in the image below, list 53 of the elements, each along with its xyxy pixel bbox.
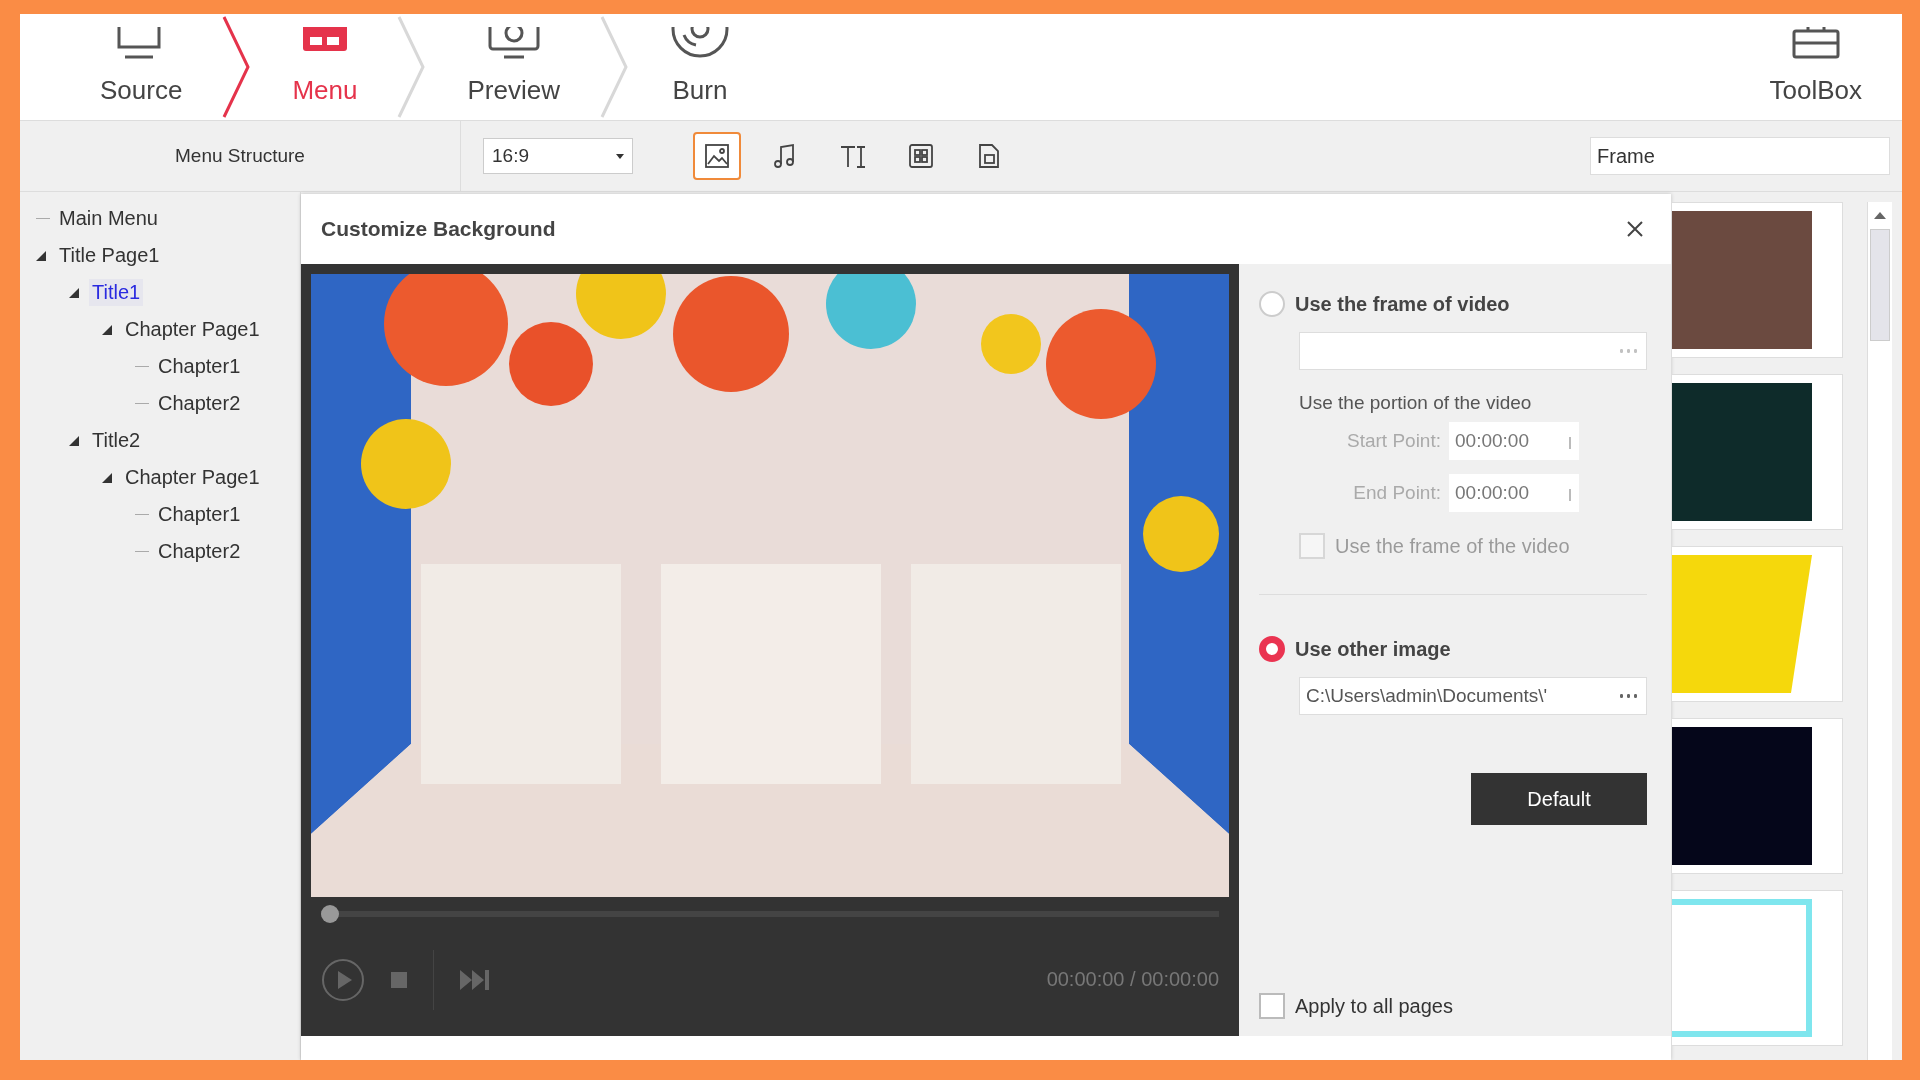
step-tab[interactable]: Preview — [427, 14, 600, 120]
image-icon — [703, 142, 731, 170]
close-icon[interactable] — [1625, 219, 1645, 239]
frame-thumbnail[interactable] — [1671, 374, 1843, 530]
checkbox-label: Use the frame of the video — [1335, 534, 1570, 558]
radio-button[interactable] — [1259, 291, 1285, 317]
image-path-field[interactable]: C:\Users\admin\Documents\' — [1299, 677, 1647, 715]
frame-thumbnail[interactable] — [1671, 546, 1843, 702]
tree-item[interactable]: Chapter2 — [155, 390, 244, 417]
frame-field[interactable]: Frame — [1590, 137, 1890, 175]
checkbox-label: Apply to all pages — [1295, 994, 1453, 1018]
image-tool-button[interactable] — [693, 132, 741, 180]
time-readout: 00:00:00 / 00:00:00 — [1046, 968, 1219, 991]
section-label: Use the portion of the video — [1299, 392, 1533, 414]
frame-thumbnail[interactable] — [1671, 718, 1843, 874]
tree-item[interactable]: Title Page1 — [56, 242, 163, 269]
tree-item[interactable]: Chapter1 — [155, 353, 244, 380]
tree-item[interactable]: Chapter1 — [155, 501, 244, 528]
browse-icon[interactable] — [1618, 694, 1640, 698]
end-time-field[interactable]: 00:00:00 — [1449, 474, 1579, 512]
field-label: End Point: — [1353, 482, 1441, 504]
default-button[interactable]: Default — [1471, 773, 1647, 825]
tree-item[interactable]: Chapter Page1 — [122, 316, 263, 343]
dialog-title: Customize Background — [321, 217, 556, 241]
step-tab[interactable]: Source — [60, 14, 223, 120]
tree-item[interactable]: Chapter Page1 — [122, 464, 263, 491]
expand-toggle-icon[interactable] — [102, 324, 112, 335]
tree-item[interactable]: Main Menu — [56, 205, 161, 232]
frame-thumbnail[interactable] — [1671, 890, 1843, 1046]
radio-button[interactable] — [1259, 636, 1285, 662]
panel-title: Menu Structure — [20, 121, 461, 191]
expand-toggle-icon[interactable] — [36, 250, 46, 261]
caret-icon — [616, 153, 624, 159]
expand-toggle-icon[interactable] — [69, 435, 79, 446]
checkbox[interactable] — [1259, 993, 1285, 1019]
scrollbar[interactable] — [1867, 202, 1892, 1060]
tree-item[interactable]: Title1 — [89, 279, 144, 306]
option-label: Use other image — [1295, 637, 1451, 661]
expand-toggle-icon[interactable] — [69, 287, 79, 298]
grid-icon — [907, 142, 935, 170]
step-tab[interactable]: Menu — [252, 14, 398, 120]
field-label: Start Point: — [1347, 430, 1441, 452]
aspect-dropdown[interactable]: 16:9 — [483, 138, 633, 174]
start-time-field[interactable]: 00:00:00 — [1449, 422, 1579, 460]
tree-item[interactable]: Title2 — [89, 427, 144, 454]
seek-handle[interactable] — [321, 905, 339, 923]
expand-toggle-icon[interactable] — [102, 472, 112, 483]
step-tab[interactable]: Burn — [629, 14, 770, 120]
video-path-field[interactable] — [1299, 332, 1647, 370]
tree-item[interactable]: Chapter2 — [155, 538, 244, 565]
toolbox-tab[interactable]: ToolBox — [1729, 14, 1902, 120]
option-label: Use the frame of video — [1295, 292, 1510, 316]
frame-thumbnail[interactable] — [1671, 202, 1843, 358]
